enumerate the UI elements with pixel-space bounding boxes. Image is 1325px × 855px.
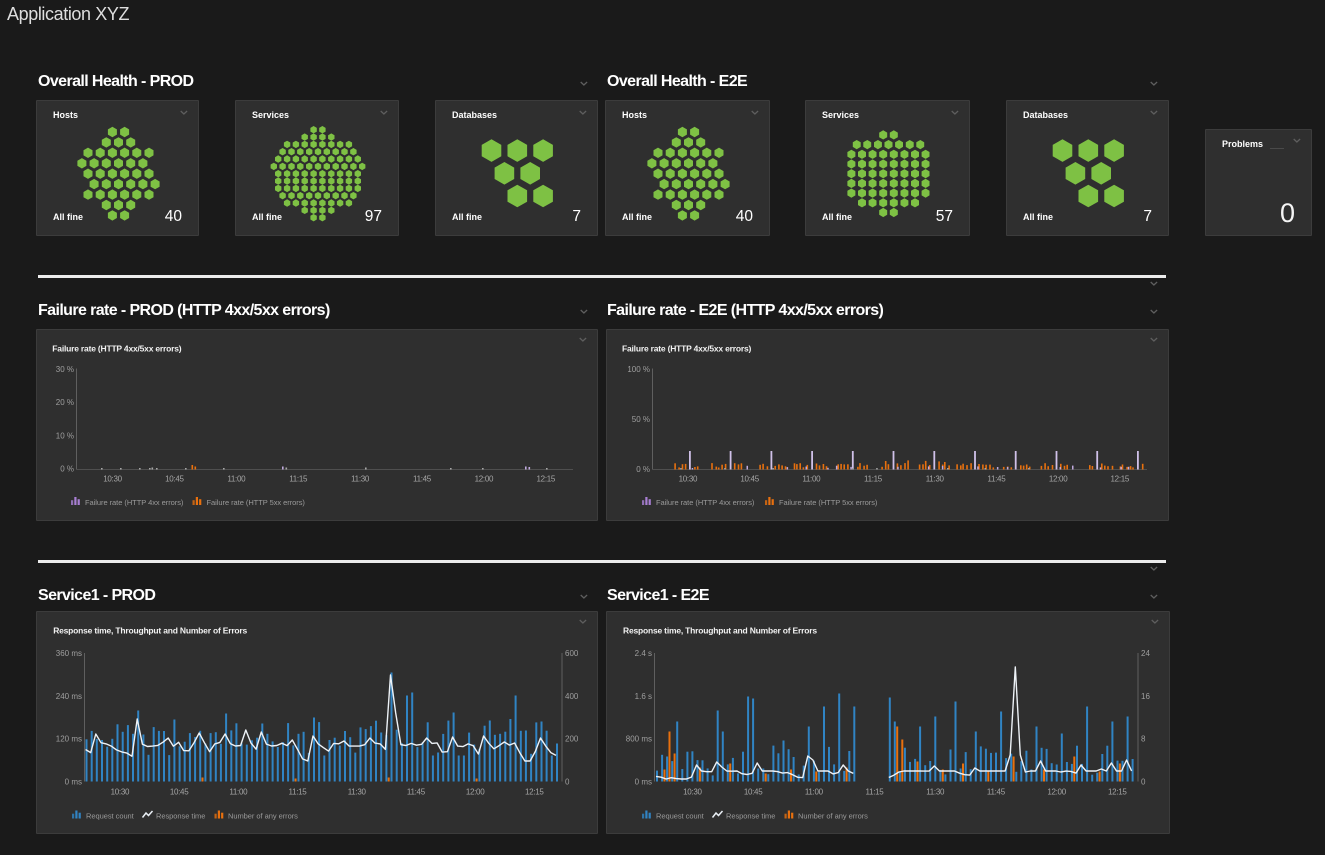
svg-text:11:30: 11:30 — [926, 475, 945, 484]
svg-text:10:45: 10:45 — [740, 475, 759, 484]
svg-text:Failure rate (HTTP 4xx/5xx err: Failure rate (HTTP 4xx/5xx errors) — [622, 344, 751, 354]
svg-text:12:00: 12:00 — [466, 788, 485, 797]
svg-text:11:45: 11:45 — [987, 788, 1006, 797]
svg-text:11:00: 11:00 — [229, 788, 248, 797]
svg-text:11:00: 11:00 — [227, 475, 246, 484]
svg-text:12:15: 12:15 — [1111, 475, 1130, 484]
svg-text:Response time, Throughput and: Response time, Throughput and Number of … — [623, 626, 817, 636]
svg-text:10:45: 10:45 — [744, 788, 763, 797]
svg-text:0: 0 — [1141, 778, 1146, 787]
svg-text:11:30: 11:30 — [351, 475, 370, 484]
svg-text:0: 0 — [565, 778, 570, 787]
svg-text:120 ms: 120 ms — [56, 735, 82, 744]
svg-text:50 %: 50 % — [632, 415, 650, 424]
svg-text:Response time: Response time — [726, 812, 775, 821]
svg-text:11:15: 11:15 — [289, 788, 308, 797]
svg-text:11:30: 11:30 — [926, 788, 945, 797]
svg-text:12:15: 12:15 — [1108, 788, 1127, 797]
svg-text:11:15: 11:15 — [864, 475, 883, 484]
svg-text:11:00: 11:00 — [805, 788, 824, 797]
svg-text:0 %: 0 % — [636, 465, 650, 474]
svg-text:12:15: 12:15 — [537, 475, 556, 484]
svg-text:400: 400 — [565, 692, 579, 701]
svg-text:10 %: 10 % — [56, 431, 74, 440]
svg-text:8: 8 — [1141, 735, 1146, 744]
svg-text:2.4 s: 2.4 s — [635, 649, 652, 658]
svg-text:10:45: 10:45 — [165, 475, 184, 484]
svg-text:240 ms: 240 ms — [56, 692, 82, 701]
svg-text:24: 24 — [1141, 649, 1150, 658]
svg-text:0 ms: 0 ms — [635, 778, 652, 787]
svg-text:1.6 s: 1.6 s — [635, 692, 652, 701]
svg-text:Failure rate (HTTP 5xx errors): Failure rate (HTTP 5xx errors) — [779, 498, 878, 507]
svg-text:12:00: 12:00 — [475, 475, 494, 484]
svg-text:10:30: 10:30 — [111, 788, 130, 797]
svg-text:0 %: 0 % — [60, 465, 74, 474]
svg-text:600: 600 — [565, 649, 579, 658]
svg-text:30 %: 30 % — [56, 365, 74, 374]
svg-text:Failure rate (HTTP 4xx errors): Failure rate (HTTP 4xx errors) — [85, 498, 184, 507]
svg-text:12:00: 12:00 — [1049, 475, 1068, 484]
svg-text:10:30: 10:30 — [679, 475, 698, 484]
svg-text:11:15: 11:15 — [289, 475, 308, 484]
svg-text:Number of any errors: Number of any errors — [228, 812, 298, 821]
svg-text:800 ms: 800 ms — [626, 735, 652, 744]
svg-text:Number of any errors: Number of any errors — [798, 812, 868, 821]
svg-text:Failure rate (HTTP 4xx/5xx err: Failure rate (HTTP 4xx/5xx errors) — [52, 344, 181, 354]
svg-text:Response time, Throughput and: Response time, Throughput and Number of … — [53, 626, 247, 636]
svg-text:Request count: Request count — [656, 812, 705, 821]
svg-text:12:15: 12:15 — [525, 788, 544, 797]
svg-text:10:30: 10:30 — [103, 475, 122, 484]
svg-text:12:00: 12:00 — [1047, 788, 1066, 797]
svg-text:10:30: 10:30 — [683, 788, 702, 797]
svg-text:100 %: 100 % — [627, 365, 650, 374]
svg-text:Request count: Request count — [86, 812, 135, 821]
svg-text:360 ms: 360 ms — [56, 649, 82, 658]
svg-text:11:00: 11:00 — [802, 475, 821, 484]
svg-text:0 ms: 0 ms — [65, 778, 82, 787]
svg-text:20 %: 20 % — [56, 398, 74, 407]
svg-text:11:45: 11:45 — [413, 475, 432, 484]
svg-text:11:45: 11:45 — [407, 788, 426, 797]
svg-text:200: 200 — [565, 735, 579, 744]
svg-text:11:30: 11:30 — [348, 788, 367, 797]
svg-text:Failure rate (HTTP 5xx errors): Failure rate (HTTP 5xx errors) — [207, 498, 306, 507]
svg-text:10:45: 10:45 — [170, 788, 189, 797]
svg-text:11:45: 11:45 — [987, 475, 1006, 484]
svg-text:Response time: Response time — [156, 812, 205, 821]
svg-text:16: 16 — [1141, 692, 1150, 701]
svg-text:11:15: 11:15 — [866, 788, 885, 797]
svg-text:Failure rate (HTTP 4xx errors): Failure rate (HTTP 4xx errors) — [656, 498, 755, 507]
